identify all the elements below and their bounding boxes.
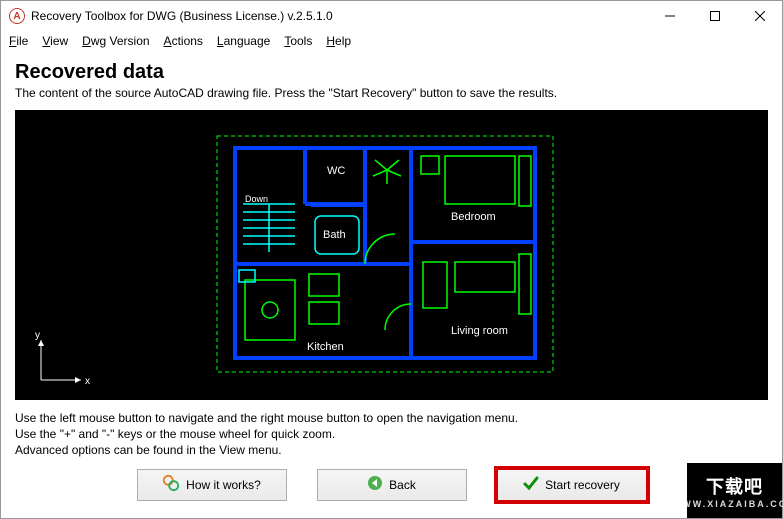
menubar: File View Dwg Version Actions Language T… <box>1 31 782 51</box>
maximize-button[interactable] <box>692 1 737 31</box>
menu-view[interactable]: View <box>42 34 68 48</box>
window-controls <box>647 1 782 31</box>
svg-text:y: y <box>35 330 40 341</box>
label-down: Down <box>245 194 268 204</box>
window-title: Recovery Toolbox for DWG (Business Licen… <box>31 9 333 23</box>
drawing-viewport[interactable]: WC Bath Bedroom Kitchen Living room Down… <box>15 110 768 400</box>
floor-plan: WC Bath Bedroom Kitchen Living room Down <box>215 134 555 384</box>
label-bedroom: Bedroom <box>451 211 496 223</box>
button-row: How it works? Back Start recovery <box>1 461 782 509</box>
help-text: Use the left mouse button to navigate an… <box>1 404 782 461</box>
axis-indicator: x y <box>31 330 91 390</box>
page-title: Recovered data <box>15 61 768 84</box>
label-living: Living room <box>451 325 508 337</box>
label-bath: Bath <box>323 229 346 241</box>
page-subtitle: The content of the source AutoCAD drawin… <box>15 86 768 100</box>
how-it-works-button[interactable]: How it works? <box>137 469 287 501</box>
help-line-3: Advanced options can be found in the Vie… <box>15 442 768 458</box>
start-recovery-label: Start recovery <box>545 478 620 492</box>
checkmark-icon <box>523 475 539 494</box>
label-kitchen: Kitchen <box>307 341 344 353</box>
menu-dwg-version[interactable]: Dwg Version <box>82 34 149 48</box>
svg-text:x: x <box>85 376 90 387</box>
back-button[interactable]: Back <box>317 469 467 501</box>
start-recovery-button[interactable]: Start recovery <box>497 469 647 501</box>
titlebar: Recovery Toolbox for DWG (Business Licen… <box>1 1 782 31</box>
help-line-1: Use the left mouse button to navigate an… <box>15 410 768 426</box>
close-button[interactable] <box>737 1 782 31</box>
watermark-text: 下载吧 <box>706 473 763 499</box>
app-icon <box>9 8 25 24</box>
back-arrow-icon <box>367 475 383 494</box>
menu-help[interactable]: Help <box>326 34 351 48</box>
menu-actions[interactable]: Actions <box>164 34 203 48</box>
watermark: 下载吧 WWW.XIAZAIBA.COM <box>687 463 782 518</box>
menu-language[interactable]: Language <box>217 34 270 48</box>
menu-file[interactable]: File <box>9 34 28 48</box>
page-header: Recovered data The content of the source… <box>1 51 782 106</box>
minimize-button[interactable] <box>647 1 692 31</box>
help-line-2: Use the "+" and "-" keys or the mouse wh… <box>15 426 768 442</box>
back-label: Back <box>389 478 416 492</box>
watermark-url: WWW.XIAZAIBA.COM <box>672 499 783 509</box>
gear-icon <box>162 474 180 495</box>
how-it-works-label: How it works? <box>186 478 261 492</box>
label-wc: WC <box>327 165 345 177</box>
menu-tools[interactable]: Tools <box>284 34 312 48</box>
